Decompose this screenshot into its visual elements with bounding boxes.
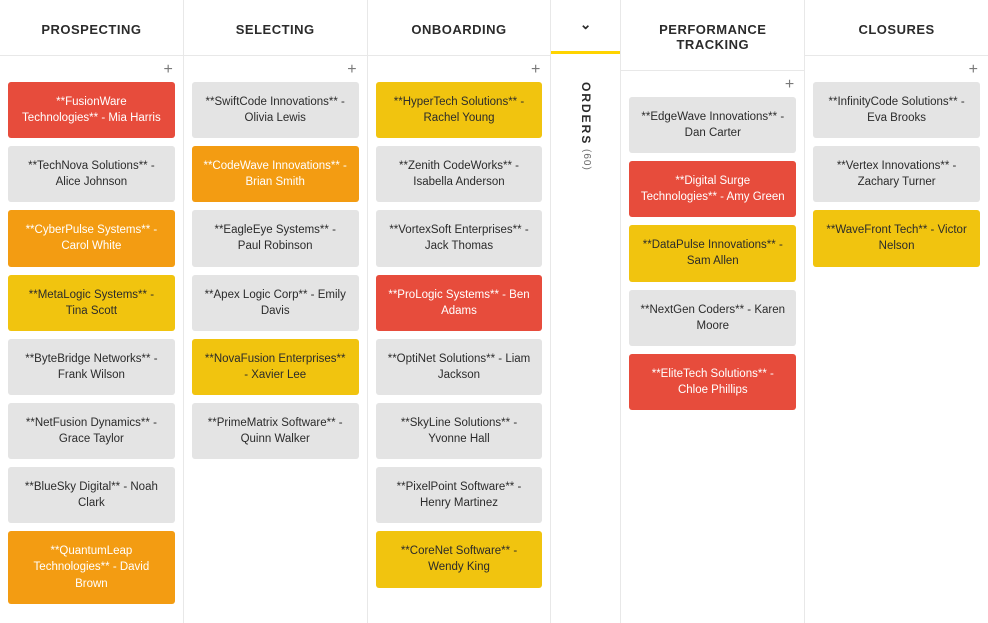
add-row: + <box>368 56 551 82</box>
card[interactable]: **HyperTech Solutions** - Rachel Young <box>376 82 543 138</box>
column-header-orders[interactable]: ⌄ <box>551 0 620 54</box>
kanban-board: PROSPECTING + **FusionWare Technologies** … <box>0 0 988 623</box>
card[interactable]: **DataPulse Innovations** - Sam Allen <box>629 225 796 281</box>
card[interactable]: **NovaFusion Enterprises** - Xavier Lee <box>192 339 359 395</box>
card[interactable]: **SkyLine Solutions** - Yvonne Hall <box>376 403 543 459</box>
column-title: ONBOARDING <box>411 22 506 37</box>
cards-container: **EdgeWave Innovations** - Dan Carter **D… <box>621 97 804 418</box>
column-orders: ⌄ ORDERS (60) <box>551 0 621 623</box>
add-card-button[interactable]: + <box>785 77 794 93</box>
add-row: + <box>805 56 988 82</box>
card-label: **EagleEye Systems** - Paul Robinson <box>202 222 349 254</box>
collapsed-label: ORDERS (60) <box>579 82 593 171</box>
card[interactable]: **PixelPoint Software** - Henry Martinez <box>376 467 543 523</box>
card-label: **WaveFront Tech** - Victor Nelson <box>823 222 970 254</box>
card-label: **EdgeWave Innovations** - Dan Carter <box>639 109 786 141</box>
cards-container: **SwiftCode Innovations** - Olivia Lewis… <box>184 82 367 467</box>
card-label: **Apex Logic Corp** - Emily Davis <box>202 287 349 319</box>
card[interactable]: **Zenith CodeWorks** - Isabella Anderson <box>376 146 543 202</box>
card[interactable]: **CoreNet Software** - Wendy King <box>376 531 543 587</box>
add-card-button[interactable]: + <box>969 62 978 78</box>
card-label: **Digital Surge Technologies** - Amy Gre… <box>639 173 786 205</box>
column-header-prospecting[interactable]: PROSPECTING <box>0 0 183 56</box>
column-performance-tracking: PERFORMANCE TRACKING + **EdgeWave Innovati… <box>621 0 805 623</box>
card-label: **ProLogic Systems** - Ben Adams <box>386 287 533 319</box>
card[interactable]: **VortexSoft Enterprises** - Jack Thomas <box>376 210 543 266</box>
card-label: **PixelPoint Software** - Henry Martinez <box>386 479 533 511</box>
column-prospecting: PROSPECTING + **FusionWare Technologies** … <box>0 0 184 623</box>
card[interactable]: **QuantumLeap Technologies** - David Bro… <box>8 531 175 603</box>
card[interactable]: **EliteTech Solutions** - Chloe Phillips <box>629 354 796 410</box>
column-selecting: SELECTING + **SwiftCode Innovations** - Ol… <box>184 0 368 623</box>
column-title: CLOSURES <box>858 22 934 37</box>
card[interactable]: **CodeWave Innovations** - Brian Smith <box>192 146 359 202</box>
card-label: **OptiNet Solutions** - Liam Jackson <box>386 351 533 383</box>
column-onboarding: ONBOARDING + **HyperTech Solutions** - Rac… <box>368 0 552 623</box>
add-row: + <box>621 71 804 97</box>
card[interactable]: **InfinityCode Solutions** - Eva Brooks <box>813 82 980 138</box>
card-label: **DataPulse Innovations** - Sam Allen <box>639 237 786 269</box>
card-label: **SwiftCode Innovations** - Olivia Lewis <box>202 94 349 126</box>
card-label: **ByteBridge Networks** - Frank Wilson <box>18 351 165 383</box>
cards-container: **HyperTech Solutions** - Rachel Young **… <box>368 82 551 596</box>
add-card-button[interactable]: + <box>531 62 540 78</box>
card[interactable]: **NetFusion Dynamics** - Grace Taylor <box>8 403 175 459</box>
card[interactable]: **WaveFront Tech** - Victor Nelson <box>813 210 980 266</box>
column-header-onboarding[interactable]: ONBOARDING <box>368 0 551 56</box>
column-closures: CLOSURES + **InfinityCode Solutions** - Ev… <box>805 0 988 623</box>
card[interactable]: **FusionWare Technologies** - Mia Harris <box>8 82 175 138</box>
card-label: **CoreNet Software** - Wendy King <box>386 543 533 575</box>
card-label: **VortexSoft Enterprises** - Jack Thomas <box>386 222 533 254</box>
card-label: **MetaLogic Systems** - Tina Scott <box>18 287 165 319</box>
card[interactable]: **ByteBridge Networks** - Frank Wilson <box>8 339 175 395</box>
cards-container: **FusionWare Technologies** - Mia Harris… <box>0 82 183 612</box>
card-label: **TechNova Solutions** - Alice Johnson <box>18 158 165 190</box>
card[interactable]: **OptiNet Solutions** - Liam Jackson <box>376 339 543 395</box>
card[interactable]: **ProLogic Systems** - Ben Adams <box>376 275 543 331</box>
card-label: **NetFusion Dynamics** - Grace Taylor <box>18 415 165 447</box>
card-label: **CodeWave Innovations** - Brian Smith <box>202 158 349 190</box>
column-title: SELECTING <box>236 22 315 37</box>
card-label: **NextGen Coders** - Karen Moore <box>639 302 786 334</box>
column-header-performance-tracking[interactable]: PERFORMANCE TRACKING <box>621 0 804 71</box>
collapsed-body[interactable]: ORDERS (60) <box>551 54 620 623</box>
card-label: **HyperTech Solutions** - Rachel Young <box>386 94 533 126</box>
cards-container: **InfinityCode Solutions** - Eva Brooks *… <box>805 82 988 275</box>
card-label: **Vertex Innovations** - Zachary Turner <box>823 158 970 190</box>
card[interactable]: **PrimeMatrix Software** - Quinn Walker <box>192 403 359 459</box>
card-label: **NovaFusion Enterprises** - Xavier Lee <box>202 351 349 383</box>
collapsed-label-text: ORDERS <box>579 82 593 145</box>
card-label: **FusionWare Technologies** - Mia Harris <box>18 94 165 126</box>
chevron-down-icon[interactable]: ⌄ <box>555 16 616 33</box>
column-title: PERFORMANCE TRACKING <box>659 22 766 52</box>
card[interactable]: **EdgeWave Innovations** - Dan Carter <box>629 97 796 153</box>
card-label: **QuantumLeap Technologies** - David Bro… <box>18 543 165 591</box>
card-label: **Zenith CodeWorks** - Isabella Anderson <box>386 158 533 190</box>
add-card-button[interactable]: + <box>347 62 356 78</box>
card[interactable]: **NextGen Coders** - Karen Moore <box>629 290 796 346</box>
add-row: + <box>184 56 367 82</box>
card[interactable]: **BlueSky Digital** - Noah Clark <box>8 467 175 523</box>
card[interactable]: **MetaLogic Systems** - Tina Scott <box>8 275 175 331</box>
card-label: **SkyLine Solutions** - Yvonne Hall <box>386 415 533 447</box>
card[interactable]: **EagleEye Systems** - Paul Robinson <box>192 210 359 266</box>
card[interactable]: **CyberPulse Systems** - Carol White <box>8 210 175 266</box>
card-label: **BlueSky Digital** - Noah Clark <box>18 479 165 511</box>
card[interactable]: **TechNova Solutions** - Alice Johnson <box>8 146 175 202</box>
column-header-closures[interactable]: CLOSURES <box>805 0 988 56</box>
card-label: **CyberPulse Systems** - Carol White <box>18 222 165 254</box>
column-header-selecting[interactable]: SELECTING <box>184 0 367 56</box>
card-label: **InfinityCode Solutions** - Eva Brooks <box>823 94 970 126</box>
card-label: **EliteTech Solutions** - Chloe Phillips <box>639 366 786 398</box>
collapsed-count: (60) <box>581 149 592 171</box>
add-row: + <box>0 56 183 82</box>
card[interactable]: **SwiftCode Innovations** - Olivia Lewis <box>192 82 359 138</box>
add-card-button[interactable]: + <box>163 62 172 78</box>
card-label: **PrimeMatrix Software** - Quinn Walker <box>202 415 349 447</box>
card[interactable]: **Apex Logic Corp** - Emily Davis <box>192 275 359 331</box>
card[interactable]: **Digital Surge Technologies** - Amy Gre… <box>629 161 796 217</box>
column-title: PROSPECTING <box>41 22 141 37</box>
card[interactable]: **Vertex Innovations** - Zachary Turner <box>813 146 980 202</box>
